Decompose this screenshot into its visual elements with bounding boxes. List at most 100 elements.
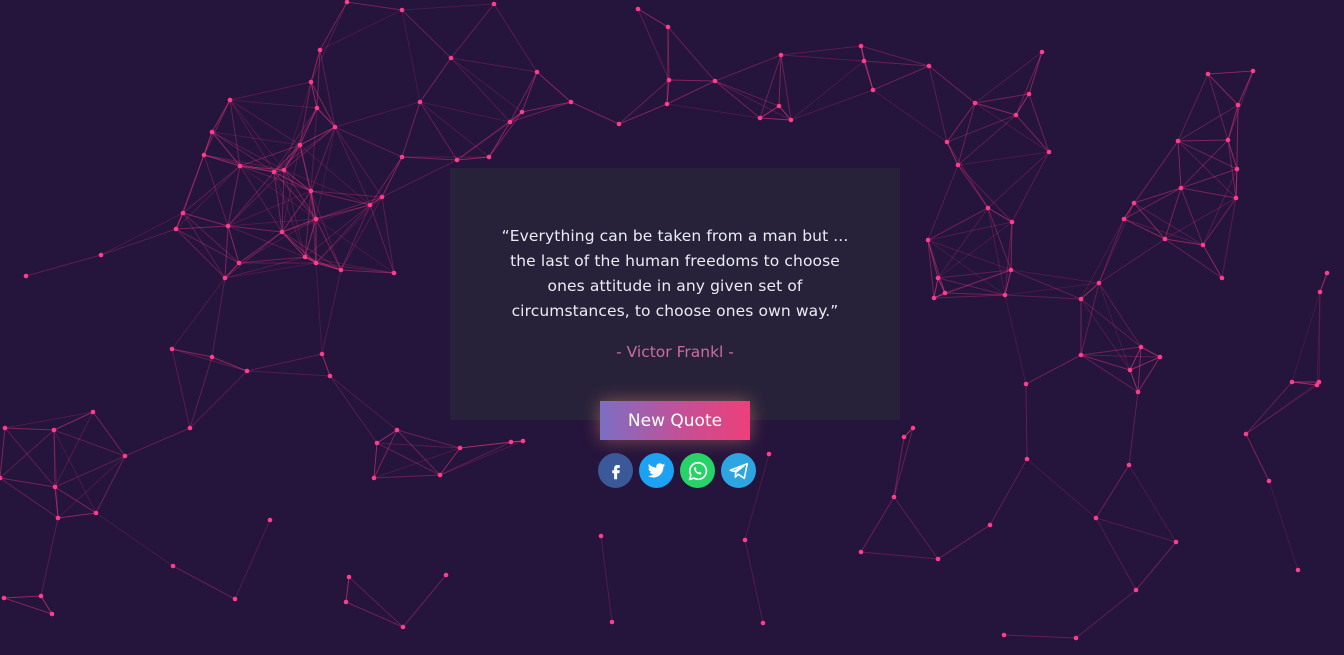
network-node <box>367 202 373 208</box>
network-node <box>935 556 941 562</box>
network-link <box>987 151 1050 209</box>
network-link <box>310 81 318 109</box>
network-node <box>1162 236 1168 242</box>
network-link <box>3 595 42 599</box>
network-node <box>313 260 319 266</box>
network-link <box>92 411 126 457</box>
share-facebook-button[interactable] <box>598 453 633 488</box>
network-link <box>401 9 452 59</box>
network-node <box>1178 185 1184 191</box>
network-link <box>224 225 229 279</box>
network-node <box>609 619 615 625</box>
network-node <box>1250 68 1256 74</box>
network-link <box>4 411 94 429</box>
network-node <box>1324 270 1330 276</box>
page-background: “Everything can be taken from a man but … <box>0 0 1344 655</box>
network-link <box>100 228 177 256</box>
network-node <box>534 69 540 75</box>
network-link <box>860 551 939 560</box>
network-link <box>171 348 248 372</box>
network-link <box>1245 433 1270 482</box>
network-link <box>211 99 231 133</box>
network-node <box>1133 587 1139 593</box>
network-node <box>271 169 277 175</box>
network-link <box>124 427 191 457</box>
network-node <box>281 167 287 173</box>
network-link <box>369 156 403 206</box>
network-node <box>346 574 352 580</box>
network-node <box>319 351 325 357</box>
new-quote-button[interactable]: New Quote <box>600 401 750 440</box>
network-link <box>1010 269 1082 300</box>
network-node <box>394 427 400 433</box>
network-node <box>1219 275 1225 281</box>
network-node <box>222 275 228 281</box>
network-link <box>321 269 342 355</box>
network-link <box>1015 93 1030 116</box>
network-link <box>1098 218 1125 284</box>
network-node <box>507 119 513 125</box>
network-link <box>419 101 511 123</box>
network-node <box>1002 292 1008 298</box>
network-link <box>229 99 285 171</box>
network-link <box>1202 244 1223 279</box>
network-link <box>1227 139 1238 170</box>
network-link <box>175 228 226 279</box>
network-link <box>57 512 97 519</box>
share-whatsapp-button[interactable] <box>680 453 715 488</box>
network-link <box>1319 272 1328 293</box>
network-link <box>402 574 447 628</box>
network-link <box>790 89 874 121</box>
network-link <box>450 57 523 113</box>
network-node <box>1039 49 1045 55</box>
network-link <box>310 1 348 83</box>
network-link <box>329 375 398 431</box>
network-node <box>343 599 349 605</box>
network-node <box>2 425 8 431</box>
network-node <box>987 522 993 528</box>
share-twitter-button[interactable] <box>639 453 674 488</box>
network-link <box>1004 294 1027 385</box>
network-node <box>1024 456 1030 462</box>
network-link <box>419 101 458 161</box>
quote-card: “Everything can be taken from a man but … <box>450 168 900 420</box>
network-node <box>1126 462 1132 468</box>
network-link <box>778 54 782 107</box>
network-link <box>1098 282 1142 348</box>
network-link <box>1202 197 1237 246</box>
telegram-icon <box>729 462 748 479</box>
network-link <box>1137 346 1142 393</box>
network-link <box>315 262 323 355</box>
network-node <box>955 162 961 168</box>
network-node <box>49 611 55 617</box>
network-link <box>345 601 404 628</box>
network-link <box>714 54 782 82</box>
network-node <box>173 226 179 232</box>
network-node <box>201 152 207 158</box>
network-link <box>229 99 301 146</box>
network-link <box>493 3 538 73</box>
network-link <box>224 231 283 279</box>
network-node <box>664 101 670 107</box>
network-link <box>319 49 336 128</box>
network-node <box>1009 219 1015 225</box>
network-link <box>203 154 229 227</box>
network-link <box>1177 73 1209 142</box>
network-node <box>443 572 449 578</box>
network-link <box>536 71 572 103</box>
network-link <box>0 429 55 479</box>
network-link <box>310 81 336 128</box>
network-node <box>297 142 303 148</box>
network-node <box>1093 515 1099 521</box>
network-node <box>244 368 250 374</box>
network-node <box>491 1 497 7</box>
network-link <box>321 353 331 377</box>
network-link <box>0 427 6 479</box>
network-node <box>417 99 423 105</box>
network-link <box>759 54 782 119</box>
network-node <box>90 409 96 415</box>
network-node <box>778 52 784 58</box>
network-link <box>863 60 874 91</box>
share-telegram-button[interactable] <box>721 453 756 488</box>
network-link <box>1268 480 1299 571</box>
